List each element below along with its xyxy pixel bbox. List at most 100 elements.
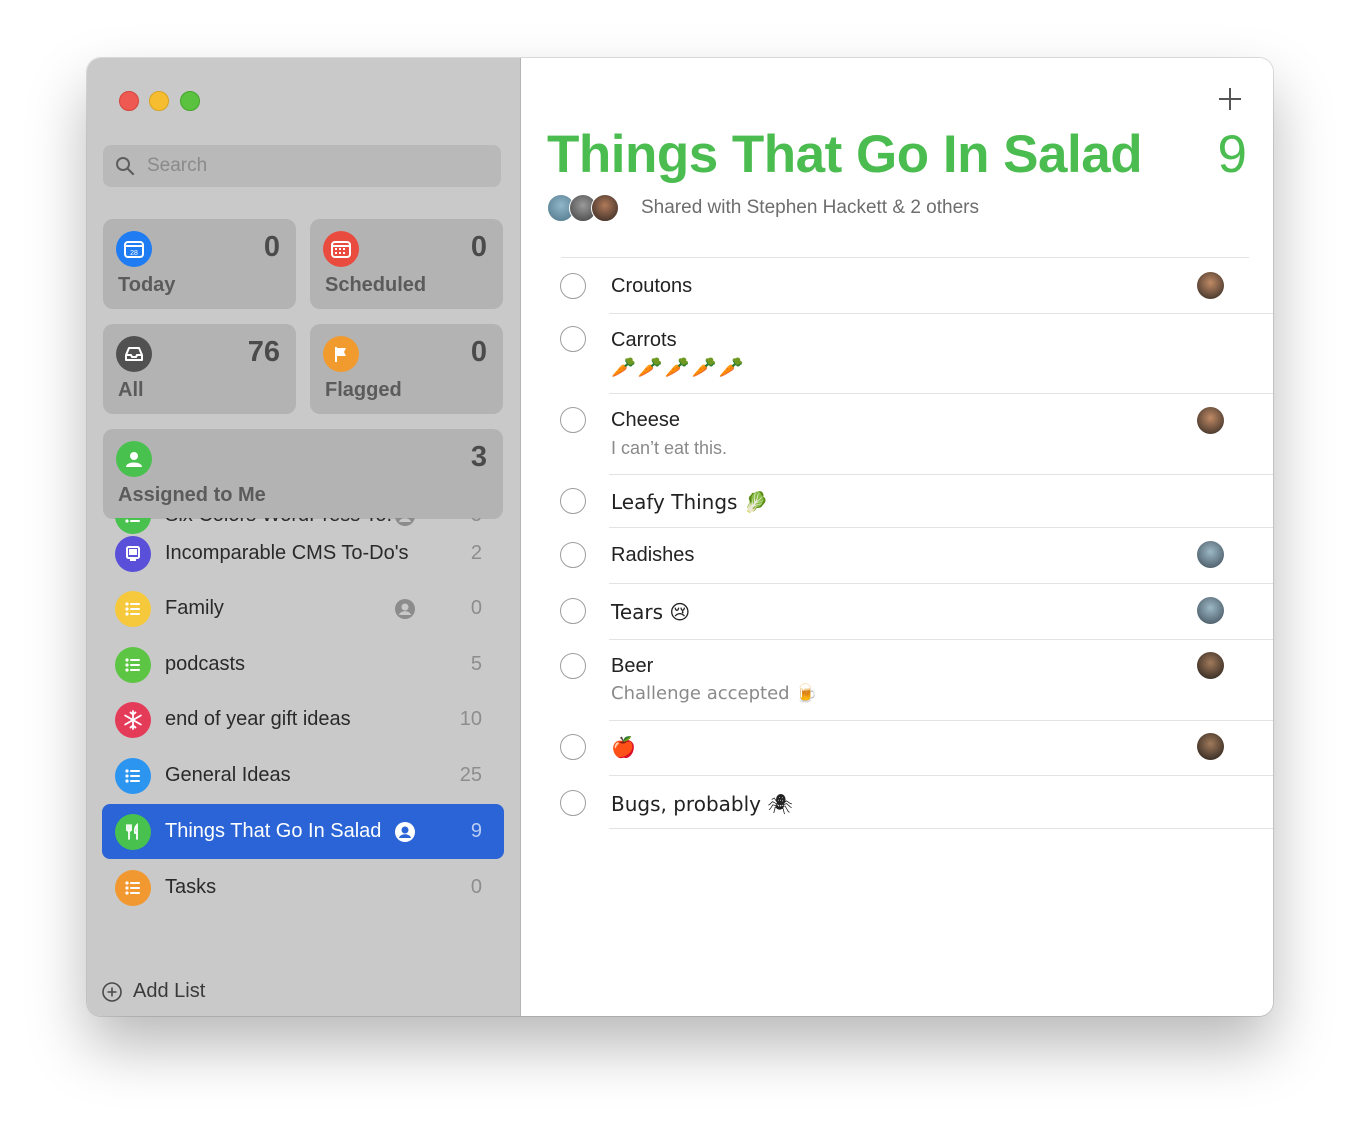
- list-detail: Things That Go In Salad 9 Shared with St…: [521, 58, 1273, 1016]
- completion-checkbox[interactable]: [560, 598, 586, 624]
- list-icon: [115, 590, 151, 627]
- completion-checkbox[interactable]: [560, 273, 586, 299]
- divider: [609, 828, 1273, 829]
- my-lists[interactable]: Six Colors WordPress To... 5 Incomparabl…: [87, 518, 520, 968]
- list-icon: [115, 646, 151, 683]
- divider: [609, 527, 1273, 528]
- smart-list-flagged[interactable]: 0 Flagged: [310, 324, 503, 414]
- smart-list-label: Today: [118, 274, 176, 296]
- reminder-title[interactable]: Radishes: [611, 544, 694, 567]
- reminder-title[interactable]: Cheese: [611, 409, 680, 432]
- reminder-note[interactable]: Challenge accepted 🍺: [611, 683, 818, 704]
- list-row[interactable]: podcasts 5: [102, 637, 504, 692]
- list-name: Incomparable CMS To-Do's: [165, 542, 409, 564]
- participant-avatars[interactable]: [547, 194, 621, 222]
- smart-list-count: 0: [470, 336, 487, 368]
- smart-list-scheduled[interactable]: 0 Scheduled: [310, 219, 503, 309]
- assignee-avatar: [1197, 272, 1224, 299]
- list-row[interactable]: Incomparable CMS To-Do's 2: [102, 526, 504, 581]
- reminder-note[interactable]: 🥕🥕🥕🥕🥕: [611, 355, 746, 379]
- smart-list-label: Assigned to Me: [118, 484, 266, 506]
- list-name: Tasks: [165, 876, 217, 898]
- smart-list-count: 0: [263, 231, 280, 263]
- list-row[interactable]: General Ideas 25: [102, 748, 504, 803]
- minimize-window-button[interactable]: [149, 91, 169, 111]
- list-row[interactable]: Tasks 0: [102, 860, 504, 915]
- shared-icon: [395, 598, 415, 619]
- list-icon: [115, 869, 151, 906]
- add-list-button[interactable]: Add List: [101, 980, 205, 1003]
- list-name: General Ideas: [165, 764, 291, 786]
- smart-list-count: 0: [470, 231, 487, 263]
- reminder-title[interactable]: Tears 😢: [611, 600, 690, 624]
- completion-checkbox[interactable]: [560, 488, 586, 514]
- reminder-title[interactable]: 🍎: [611, 735, 636, 759]
- flag-icon: [323, 336, 359, 372]
- calendar-icon: 28: [116, 231, 152, 267]
- assignee-avatar: [1197, 541, 1224, 568]
- list-count: 5: [470, 653, 482, 675]
- divider: [609, 313, 1273, 314]
- reminders-window: 28 0 Today 0 Scheduled 76 All 0: [87, 58, 1273, 1016]
- assignee-avatar: [1197, 733, 1224, 760]
- list-count: 9: [1217, 125, 1247, 184]
- assignee-avatar: [1197, 652, 1224, 679]
- smart-list-label: Scheduled: [325, 274, 427, 296]
- svg-text:28: 28: [130, 250, 138, 257]
- divider: [609, 775, 1273, 776]
- reminder-title[interactable]: Carrots: [611, 329, 677, 352]
- divider: [609, 720, 1273, 721]
- list-title: Things That Go In Salad: [547, 125, 1143, 184]
- divider: [561, 257, 1249, 258]
- snowflake-icon: [115, 701, 151, 738]
- sidebar: 28 0 Today 0 Scheduled 76 All 0: [87, 58, 521, 1016]
- smart-list-assigned-to-me[interactable]: 3 Assigned to Me: [103, 429, 503, 519]
- completion-checkbox[interactable]: [560, 790, 586, 816]
- add-circle-icon: [102, 981, 122, 1002]
- completion-checkbox[interactable]: [560, 734, 586, 760]
- tray-icon: [116, 336, 152, 372]
- scheduled-calendar-icon: [323, 231, 359, 267]
- list-icon: [115, 757, 151, 794]
- close-window-button[interactable]: [119, 91, 139, 111]
- assignee-avatar: [1197, 597, 1224, 624]
- divider: [609, 639, 1273, 640]
- reminder-note[interactable]: I can’t eat this.: [611, 438, 727, 459]
- smart-list-all[interactable]: 76 All: [103, 324, 296, 414]
- reminder-title[interactable]: Bugs, probably 🕷: [611, 792, 793, 816]
- completion-checkbox[interactable]: [560, 542, 586, 568]
- reminder-title[interactable]: Croutons: [611, 275, 692, 298]
- list-count: 10: [459, 708, 482, 730]
- list-count: 25: [459, 764, 482, 786]
- reminder-title[interactable]: Beer: [611, 655, 653, 678]
- list-row[interactable]: Family 0: [102, 581, 504, 636]
- divider: [609, 583, 1273, 584]
- smart-list-today[interactable]: 28 0 Today: [103, 219, 296, 309]
- smart-list-count: 76: [247, 336, 280, 368]
- zoom-window-button[interactable]: [180, 91, 200, 111]
- smart-list-label: All: [118, 379, 144, 401]
- add-reminder-plus-icon[interactable]: [1217, 86, 1243, 112]
- smart-list-label: Flagged: [325, 379, 402, 401]
- smart-list-count: 3: [470, 441, 487, 473]
- list-row[interactable]: end of year gift ideas 10: [102, 692, 504, 747]
- divider: [609, 474, 1273, 475]
- list-name: podcasts: [165, 653, 246, 675]
- search-field[interactable]: [103, 145, 501, 187]
- divider: [609, 393, 1273, 394]
- monitor-icon: [115, 535, 151, 572]
- list-row-selected[interactable]: Things That Go In Salad 9: [102, 804, 504, 859]
- list-name: end of year gift ideas: [165, 708, 351, 730]
- completion-checkbox[interactable]: [560, 653, 586, 679]
- list-count: 2: [470, 542, 482, 564]
- list-count: 0: [470, 876, 482, 898]
- search-input[interactable]: [145, 154, 489, 178]
- completion-checkbox[interactable]: [560, 326, 586, 352]
- shared-icon: [395, 821, 415, 842]
- avatar: [591, 194, 619, 222]
- list-name: Family: [165, 597, 224, 619]
- completion-checkbox[interactable]: [560, 407, 586, 433]
- shared-with-text: Shared with Stephen Hackett & 2 others: [641, 197, 979, 218]
- shared-with[interactable]: Shared with Stephen Hackett & 2 others: [547, 194, 979, 222]
- reminder-title[interactable]: Leafy Things 🥬: [611, 490, 769, 514]
